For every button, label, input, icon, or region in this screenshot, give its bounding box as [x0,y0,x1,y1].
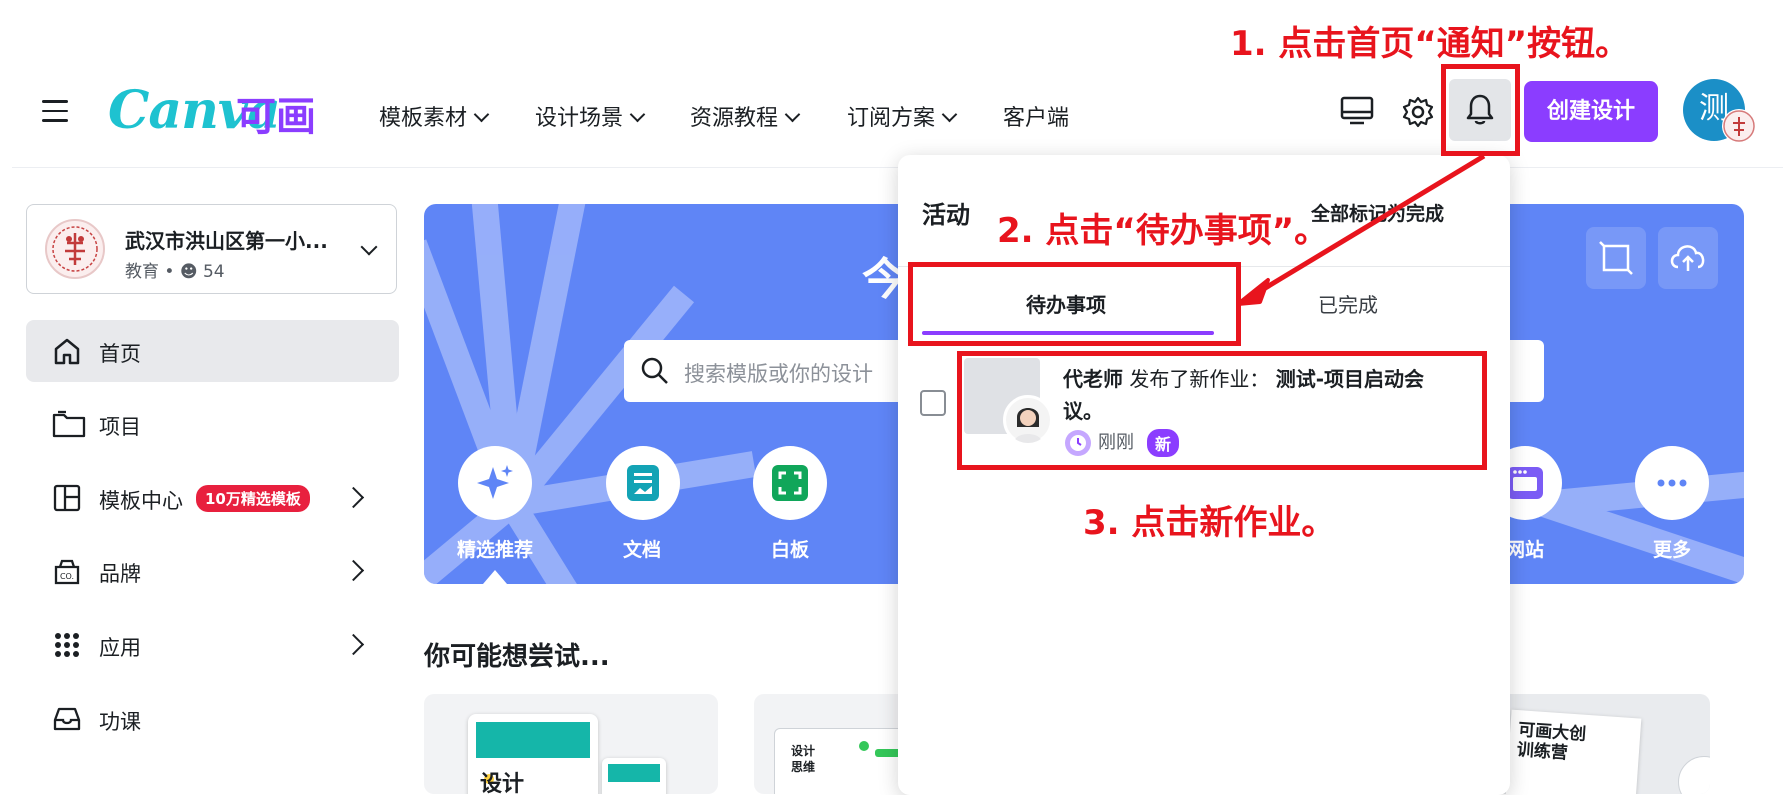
annotation-arrow [1236,153,1486,306]
